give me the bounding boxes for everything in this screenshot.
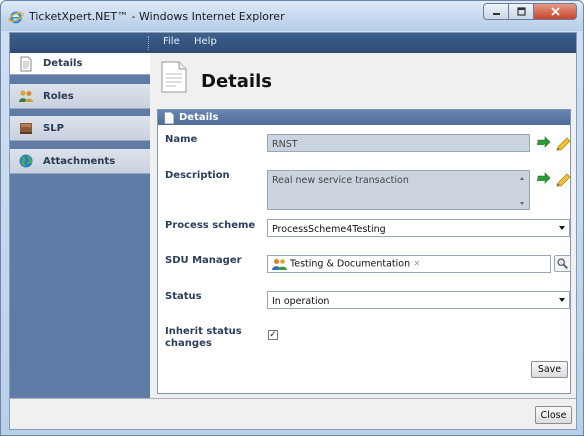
checkmark-icon: ✓ (269, 330, 277, 340)
sidebar-item-label: Roles (43, 90, 74, 102)
status-select[interactable]: In operation (267, 291, 570, 309)
sidebar-item-attachments[interactable]: Attachments (10, 149, 150, 174)
description-textarea[interactable]: Real new service transaction (267, 170, 530, 210)
inherit-status-checkbox[interactable]: ✓ (268, 330, 278, 340)
globe-icon (19, 154, 33, 168)
app-client-area: File Help Details Roles SLP Attachments … (9, 32, 577, 430)
process-scheme-label: Process scheme (165, 220, 256, 231)
inherit-label-line1: Inherit status (165, 326, 242, 337)
menu-file[interactable]: File (163, 36, 180, 47)
close-window-button[interactable] (533, 3, 577, 20)
title-bar: TicketXpert.NET™ - Windows Internet Expl… (1, 1, 583, 31)
edit-icon[interactable] (555, 135, 572, 152)
details-panel: Details Name RNST Description Real new s… (157, 109, 571, 394)
minimize-button[interactable] (483, 3, 509, 20)
sdu-manager-field[interactable]: Testing & Documentation × (267, 255, 551, 273)
scroll-down-icon[interactable] (520, 202, 524, 205)
browser-window: TicketXpert.NET™ - Windows Internet Expl… (0, 0, 584, 436)
internet-explorer-icon (8, 11, 24, 24)
window-controls (483, 3, 577, 20)
dropdown-arrow-icon (559, 298, 565, 302)
group-icon (272, 259, 287, 270)
sidebar-item-label: Attachments (43, 155, 116, 167)
description-value: Real new service transaction (272, 175, 409, 186)
sdu-manager-value: Testing & Documentation (290, 258, 411, 270)
document-icon (20, 56, 32, 71)
process-scheme-value: ProcessScheme4Testing (272, 224, 386, 235)
window-title: TicketXpert.NET™ - Windows Internet Expl… (29, 10, 285, 23)
status-label: Status (165, 291, 202, 302)
close-button[interactable]: Close (535, 406, 572, 424)
remove-token-icon[interactable]: × (413, 259, 421, 269)
inherit-status-label: Inherit status changes (165, 326, 242, 350)
book-icon (20, 123, 32, 134)
sidebar-item-slp[interactable]: SLP (10, 116, 150, 141)
dropdown-arrow-icon (559, 226, 565, 230)
translate-icon[interactable] (535, 135, 552, 152)
save-button[interactable]: Save (531, 361, 568, 378)
sidebar-item-details[interactable]: Details (10, 53, 150, 75)
description-label: Description (165, 170, 230, 181)
document-icon (164, 111, 174, 124)
sidebar: Details Roles SLP Attachments (10, 53, 150, 398)
footer-bar: Close (10, 398, 576, 429)
close-icon (550, 7, 560, 16)
main-content: Details Details Name RNST Description Re… (150, 53, 576, 398)
status-value: In operation (272, 296, 330, 307)
name-label: Name (165, 134, 198, 145)
edit-icon[interactable] (555, 171, 572, 188)
maximize-icon (516, 7, 526, 16)
name-field[interactable]: RNST (267, 134, 530, 152)
scroll-up-icon[interactable] (520, 177, 524, 180)
search-icon[interactable] (554, 255, 571, 272)
sdu-manager-label: SDU Manager (165, 255, 242, 266)
menu-help[interactable]: Help (194, 36, 217, 47)
page-title: Details (201, 71, 272, 92)
panel-title: Details (179, 112, 219, 123)
sidebar-item-roles[interactable]: Roles (10, 84, 150, 109)
menu-grip (148, 36, 150, 50)
large-document-icon (161, 61, 187, 93)
minimize-icon (492, 13, 500, 15)
translate-icon[interactable] (535, 171, 552, 188)
maximize-button[interactable] (508, 3, 534, 20)
process-scheme-select[interactable]: ProcessScheme4Testing (267, 219, 570, 237)
name-value: RNST (272, 139, 298, 150)
sidebar-item-label: Details (43, 58, 83, 69)
panel-header: Details (158, 110, 570, 125)
menu-bar: File Help (10, 33, 576, 53)
users-icon (19, 90, 33, 102)
sidebar-item-label: SLP (43, 122, 64, 134)
inherit-label-line2: changes (165, 338, 212, 349)
